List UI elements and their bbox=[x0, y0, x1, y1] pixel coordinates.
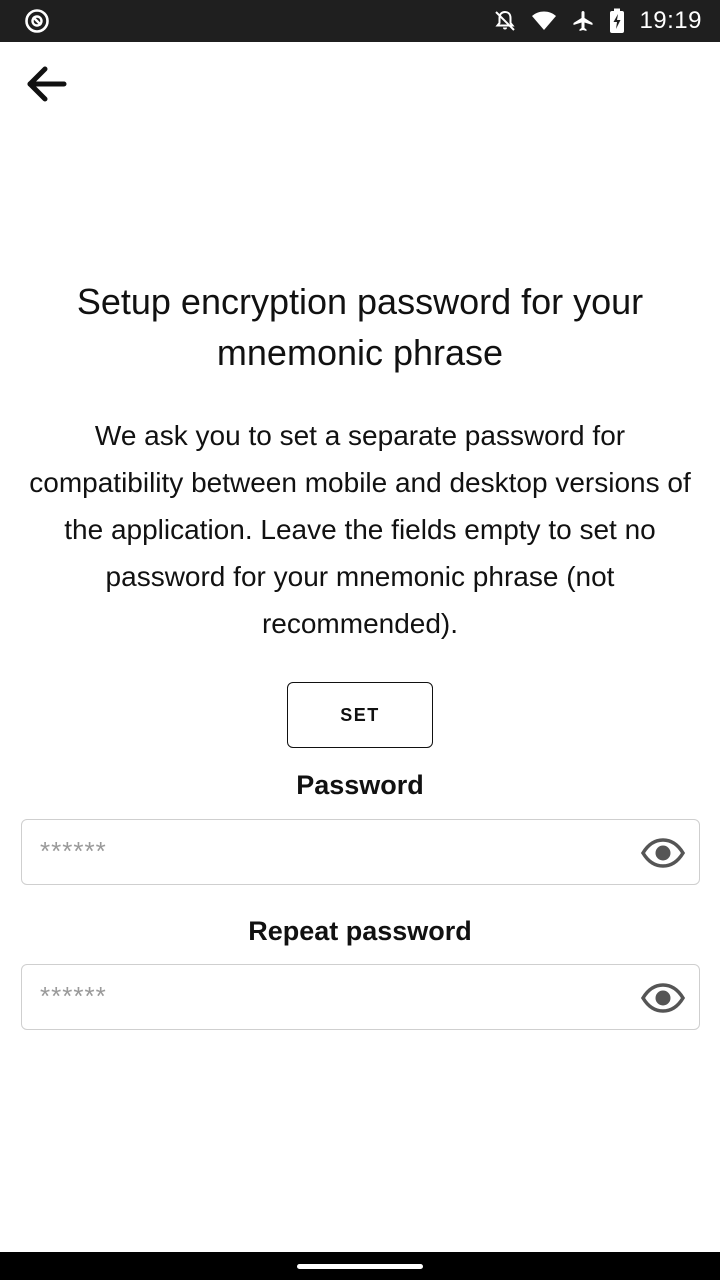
password-field bbox=[21, 819, 700, 885]
eye-icon bbox=[641, 838, 685, 868]
app-notification-icon bbox=[25, 9, 49, 33]
navigation-bar bbox=[0, 1252, 720, 1280]
repeat-password-label: Repeat password bbox=[248, 916, 472, 946]
arrow-left-icon bbox=[27, 66, 67, 102]
status-bar: 19:19 bbox=[0, 0, 720, 42]
wifi-icon bbox=[532, 11, 557, 30]
show-password-toggle[interactable] bbox=[641, 833, 685, 873]
set-button[interactable]: SET bbox=[287, 682, 433, 748]
page-title: Setup encryption password for your mnemo… bbox=[76, 281, 644, 373]
show-repeat-password-toggle[interactable] bbox=[641, 978, 685, 1018]
battery-charging-icon bbox=[610, 8, 625, 33]
status-icons: 19:19 bbox=[493, 0, 702, 42]
repeat-password-field bbox=[21, 964, 700, 1030]
password-label: Password bbox=[296, 770, 424, 800]
airplane-mode-icon bbox=[573, 11, 593, 31]
status-time: 19:19 bbox=[639, 7, 702, 34]
do-not-disturb-icon bbox=[495, 10, 516, 31]
description-text: We ask you to set a separate password fo… bbox=[29, 420, 691, 639]
password-input[interactable] bbox=[40, 828, 630, 874]
eye-icon bbox=[641, 983, 685, 1013]
back-button[interactable] bbox=[16, 56, 76, 112]
repeat-password-input[interactable] bbox=[40, 973, 630, 1019]
home-gesture-handle[interactable] bbox=[297, 1264, 423, 1269]
